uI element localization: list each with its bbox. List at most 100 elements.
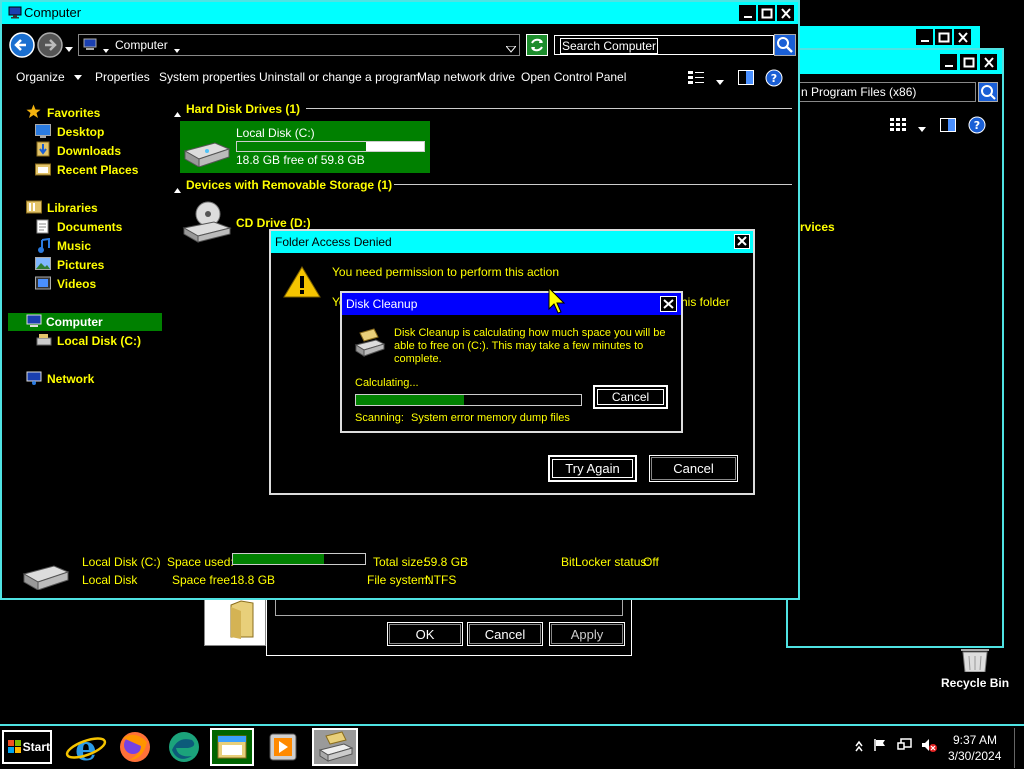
- internet-explorer-icon[interactable]: e: [64, 728, 108, 769]
- maximize-button[interactable]: [935, 29, 952, 45]
- show-desktop-button[interactable]: [1014, 728, 1024, 768]
- clock-time[interactable]: 9:37 AM: [953, 733, 997, 747]
- libraries-icon: [26, 200, 42, 217]
- background-window-2-titlebar[interactable]: [788, 50, 1002, 74]
- address-text: n Program Files (x86): [801, 85, 917, 99]
- organize-menu[interactable]: Organize: [16, 70, 83, 84]
- address-bar[interactable]: Computer: [78, 34, 520, 56]
- preview-pane-icon[interactable]: [940, 118, 956, 132]
- desktop-icon: [35, 124, 51, 141]
- nav-computer[interactable]: Computer: [46, 315, 103, 329]
- search-button[interactable]: [774, 34, 796, 56]
- recycle-bin-label[interactable]: Recycle Bin: [941, 676, 1009, 690]
- nav-downloads[interactable]: Downloads: [57, 144, 121, 158]
- minimize-button[interactable]: [916, 29, 933, 45]
- help-icon[interactable]: ?: [765, 69, 783, 90]
- action-center-flag-icon[interactable]: [873, 738, 887, 755]
- clock-date[interactable]: 3/30/2024: [948, 749, 1001, 763]
- cancel-button[interactable]: Cancel: [649, 455, 738, 482]
- address-bar[interactable]: n Program Files (x86): [798, 82, 976, 102]
- access-denied-message: You need permission to perform this acti…: [332, 265, 560, 279]
- space-used-fill: [233, 554, 325, 564]
- nav-music[interactable]: Music: [57, 239, 91, 253]
- file-explorer-taskbar-button[interactable]: [210, 728, 254, 766]
- media-player-icon[interactable]: [262, 728, 306, 766]
- maximize-button[interactable]: [960, 54, 977, 70]
- search-input[interactable]: Search Computer: [554, 35, 774, 55]
- drive-d-name[interactable]: CD Drive (D:): [236, 216, 311, 230]
- nav-desktop[interactable]: Desktop: [57, 125, 104, 139]
- recycle-bin-icon[interactable]: [958, 648, 992, 675]
- nav-favorites[interactable]: Favorites: [47, 106, 100, 120]
- nav-local-disk[interactable]: Local Disk (C:): [57, 334, 141, 348]
- properties-button[interactable]: Properties: [95, 70, 150, 84]
- minimize-button[interactable]: [940, 54, 957, 70]
- recent-pages-dropdown-icon[interactable]: [65, 42, 73, 56]
- uninstall-program-button[interactable]: Uninstall or change a program: [259, 70, 420, 84]
- breadcrumb[interactable]: Computer: [115, 38, 168, 52]
- removable-section-divider: [394, 184, 792, 185]
- disk-cleanup-titlebar[interactable]: Disk Cleanup: [342, 293, 681, 315]
- close-button[interactable]: [734, 234, 750, 249]
- total-size-label: Total size:: [373, 555, 427, 569]
- system-properties-button[interactable]: System properties: [159, 70, 256, 84]
- firefox-icon[interactable]: [113, 728, 157, 766]
- change-view-icon[interactable]: [688, 71, 704, 88]
- preview-pane-icon[interactable]: [738, 70, 754, 88]
- collapse-arrow-icon[interactable]: [174, 182, 181, 196]
- warning-icon: [283, 265, 321, 302]
- refresh-button[interactable]: [526, 34, 548, 56]
- close-button[interactable]: [777, 5, 794, 21]
- cd-drive-icon[interactable]: [182, 200, 232, 247]
- nav-videos[interactable]: Videos: [57, 277, 96, 291]
- window-title: Computer: [24, 5, 82, 20]
- nav-libraries[interactable]: Libraries: [47, 201, 98, 215]
- space-used-bar: [232, 553, 366, 565]
- partial-item-label[interactable]: rvices: [800, 220, 835, 234]
- calculating-status: Calculating...: [355, 377, 419, 389]
- hdd-section-header[interactable]: Hard Disk Drives (1): [186, 102, 300, 116]
- nav-documents[interactable]: Documents: [57, 220, 122, 234]
- view-dropdown-icon[interactable]: [716, 75, 724, 89]
- back-button[interactable]: [8, 32, 36, 58]
- open-control-panel-button[interactable]: Open Control Panel: [521, 70, 626, 84]
- nav-network[interactable]: Network: [47, 372, 94, 386]
- map-network-drive-button[interactable]: Map network drive: [417, 70, 515, 84]
- maximize-button[interactable]: [758, 5, 775, 21]
- drive-c-usage-bar: [236, 141, 425, 152]
- collapse-arrow-icon[interactable]: [174, 106, 181, 120]
- drive-c-tile[interactable]: Local Disk (C:) 18.8 GB free of 59.8 GB: [180, 121, 430, 173]
- network-tray-icon[interactable]: [897, 738, 913, 755]
- address-dropdown-icon[interactable]: [504, 42, 518, 56]
- show-hidden-icons-button[interactable]: [855, 740, 863, 755]
- ok-button[interactable]: OK: [387, 622, 463, 646]
- search-button[interactable]: [978, 82, 998, 102]
- cancel-button[interactable]: Cancel: [593, 385, 668, 409]
- cancel-button[interactable]: Cancel: [467, 622, 543, 646]
- organize-label: Organize: [16, 70, 65, 84]
- breadcrumb-dropdown-icon[interactable]: [174, 43, 180, 57]
- apply-button[interactable]: Apply: [549, 622, 625, 646]
- breadcrumb-chevron-icon[interactable]: [103, 43, 109, 57]
- nav-recent-places[interactable]: Recent Places: [57, 163, 138, 177]
- forward-button[interactable]: [36, 32, 64, 58]
- start-button[interactable]: Start: [2, 730, 52, 764]
- close-button[interactable]: [660, 296, 677, 312]
- bitlocker-label: BitLocker status:: [561, 555, 650, 569]
- try-again-button[interactable]: Try Again: [548, 455, 637, 482]
- explorer-titlebar[interactable]: Computer: [2, 2, 798, 24]
- help-icon[interactable]: ?: [968, 116, 986, 134]
- close-button[interactable]: [954, 29, 971, 45]
- background-window-1-titlebar[interactable]: [780, 26, 980, 48]
- disk-cleanup-taskbar-button[interactable]: [312, 728, 358, 766]
- nav-pictures[interactable]: Pictures: [57, 258, 104, 272]
- svg-text:e: e: [75, 729, 97, 766]
- close-button[interactable]: [980, 54, 997, 70]
- access-denied-titlebar[interactable]: Folder Access Denied: [271, 231, 753, 253]
- removable-section-header[interactable]: Devices with Removable Storage (1): [186, 178, 392, 192]
- edge-icon[interactable]: [162, 728, 206, 766]
- view-options-icon[interactable]: [890, 118, 906, 132]
- view-dropdown-icon[interactable]: [918, 122, 926, 132]
- volume-muted-icon[interactable]: [921, 738, 937, 755]
- minimize-button[interactable]: [739, 5, 756, 21]
